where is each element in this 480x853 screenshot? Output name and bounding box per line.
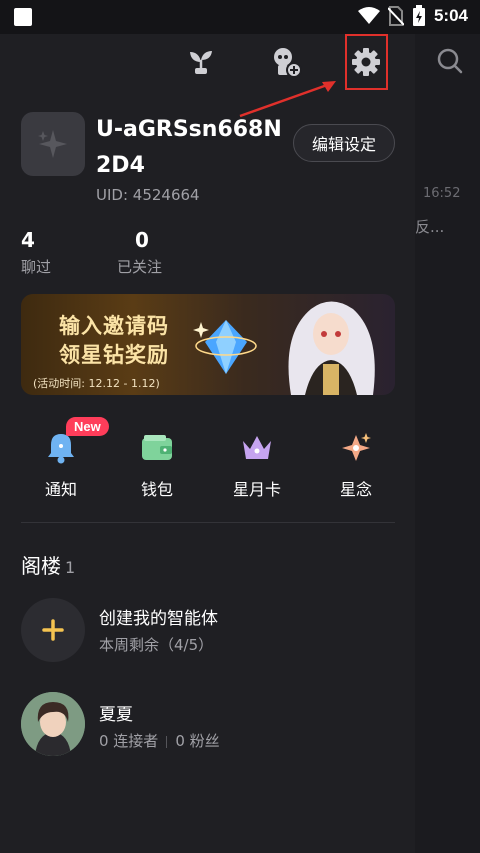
agent-fans: 0 粉丝 bbox=[175, 732, 220, 750]
no-sim-icon bbox=[387, 6, 404, 26]
chat-time: 16:52 bbox=[423, 186, 461, 201]
agent-name[interactable]: 夏夏 bbox=[99, 700, 133, 725]
profile-drawer: U-aGRSsn668N2D4 UID: 4524664 编辑设定 4 聊过 0… bbox=[0, 34, 415, 853]
plus-icon bbox=[42, 619, 64, 641]
new-badge: New bbox=[66, 417, 109, 436]
wallet-action[interactable]: 钱包 bbox=[117, 430, 197, 500]
divider bbox=[21, 522, 395, 523]
action-label: 钱包 bbox=[140, 480, 173, 499]
stat-value: 4 bbox=[21, 228, 35, 252]
diamond-illustration bbox=[193, 320, 257, 374]
edit-profile-button[interactable]: 编辑设定 bbox=[293, 124, 395, 162]
agent-stats: 0 连接者 0 粉丝 bbox=[99, 730, 220, 751]
avatar[interactable] bbox=[21, 112, 85, 176]
wifi-icon bbox=[357, 7, 380, 24]
star-wish-action[interactable]: 星念 bbox=[316, 430, 396, 500]
banner-period: (活动时间: 12.12 - 1.12) bbox=[33, 377, 160, 390]
agent-avatar[interactable] bbox=[21, 692, 85, 756]
notification-action[interactable]: 通知 bbox=[21, 430, 101, 500]
section-title-text: 阁楼 bbox=[21, 554, 61, 578]
stat-label: 聊过 bbox=[21, 258, 52, 276]
stat-value: 0 bbox=[135, 228, 149, 252]
create-agent-button[interactable] bbox=[21, 598, 85, 662]
settings-highlight-box bbox=[345, 34, 388, 90]
background-page: 16:52 反... bbox=[415, 34, 480, 853]
sparkle-icon bbox=[338, 430, 374, 466]
banner-title-line1: 输入邀请码 bbox=[59, 314, 169, 338]
star-moon-card-action[interactable]: 星月卡 bbox=[217, 430, 297, 500]
create-agent-title[interactable]: 创建我的智能体 bbox=[99, 604, 218, 629]
stat-label: 已关注 bbox=[117, 258, 163, 276]
stat-chatted[interactable]: 4 聊过 bbox=[21, 228, 51, 277]
create-agent-quota: 本周剩余（4/5） bbox=[99, 636, 214, 654]
notification-square-icon bbox=[14, 8, 32, 26]
chat-snippet: 反... bbox=[415, 218, 445, 236]
stat-separator bbox=[166, 735, 168, 748]
section-count: 1 bbox=[65, 558, 76, 577]
wallet-icon bbox=[139, 430, 175, 466]
sprout-icon[interactable] bbox=[183, 44, 219, 80]
banner-title-line2: 领星钻奖励 bbox=[59, 343, 169, 367]
character-illustration bbox=[288, 301, 375, 395]
invite-code-banner[interactable]: 输入邀请码 领星钻奖励 (活动时间: 12.12 - 1.12) bbox=[21, 294, 395, 395]
crown-icon bbox=[239, 430, 275, 466]
action-label: 星念 bbox=[339, 480, 372, 499]
action-label: 星月卡 bbox=[232, 480, 281, 499]
action-label: 通知 bbox=[44, 480, 77, 499]
attic-section-title: 阁楼 1 bbox=[21, 550, 75, 579]
stat-following[interactable]: 0 已关注 bbox=[117, 228, 162, 277]
username: U-aGRSsn668N2D4 bbox=[96, 117, 282, 178]
status-bar: 5:04 bbox=[0, 0, 480, 34]
agent-connectors: 0 连接者 bbox=[99, 732, 159, 750]
user-id: UID: 4524664 bbox=[96, 186, 200, 204]
battery-charging-icon bbox=[412, 5, 425, 26]
search-icon[interactable] bbox=[437, 48, 463, 74]
clock: 5:04 bbox=[433, 6, 468, 25]
